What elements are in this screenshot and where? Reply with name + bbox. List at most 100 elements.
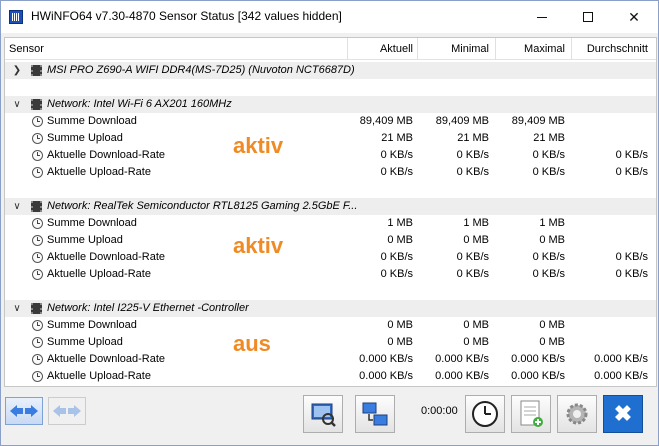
value-maximum: 1 MB [539,217,565,229]
sensor-group-row[interactable]: ∨ Network: Intel Wi-Fi 6 AX201 160MHz [5,96,656,113]
value-current: 0 KB/s [380,251,413,263]
value-minimum: 0 KB/s [456,166,489,178]
report-button[interactable] [303,395,343,433]
elapsed-time: 0:00:00 [421,405,458,417]
sensor-row[interactable]: Aktuelle Download-Rate 0 KB/s 0 KB/s 0 K… [5,249,656,266]
sensor-row[interactable]: Aktuelle Upload-Rate 0 KB/s 0 KB/s 0 KB/… [5,266,656,283]
sensor-row[interactable]: Summe Upload 21 MB 21 MB 21 MB [5,130,656,147]
column-header-average[interactable]: Durchschnitt [573,38,648,60]
value-current: 21 MB [381,132,413,144]
network-chip-icon [31,99,42,110]
sensor-group-row[interactable]: ∨ Network: RealTek Semiconductor RTL8125… [5,198,656,215]
sensor-row[interactable]: Summe Download 0 MB 0 MB 0 MB [5,317,656,334]
value-average: 0.000 KB/s [594,353,648,365]
network-button[interactable] [355,395,395,433]
sensor-row[interactable]: Aktuelle Upload-Rate 0 KB/s 0 KB/s 0 KB/… [5,164,656,181]
sensor-label: Summe Download [47,217,137,229]
sensor-row[interactable]: Summe Upload 0 MB 0 MB 0 MB [5,232,656,249]
clock-sensor-icon [32,133,43,144]
annotation-label: aktiv [233,133,284,158]
chevron-down-icon[interactable]: ∨ [12,198,22,215]
value-current: 0 MB [387,234,413,246]
value-average [573,232,648,249]
column-header-current[interactable]: Aktuell [351,38,413,60]
sensor-group-name: Network: Intel I225-V Ethernet -Controll… [47,302,249,314]
value-current: 0.000 KB/s [359,353,413,365]
navigate-button[interactable] [5,397,43,425]
sensor-row[interactable]: Aktuelle Download-Rate 0.000 KB/s 0.000 … [5,351,656,368]
window-close-button[interactable]: ✕ [611,1,657,33]
sensor-table[interactable]: Sensor Aktuell Minimal Maximal Durchschn… [4,37,657,387]
add-log-icon [520,400,543,427]
minimize-icon [537,16,547,18]
clock-sensor-icon [32,337,43,348]
value-minimum: 89,409 MB [435,115,489,127]
navigate-disabled-button[interactable] [48,397,86,425]
clock-sensor-icon [32,235,43,246]
add-log-button[interactable] [511,395,551,433]
value-maximum: 89,409 MB [511,115,565,127]
clock-icon [472,401,498,427]
sensor-row[interactable]: Summe Upload 0 MB 0 MB 0 MB [5,334,656,351]
settings-button[interactable] [557,395,597,433]
value-minimum: 0.000 KB/s [435,353,489,365]
value-current: 0.000 KB/s [359,370,413,382]
column-header-row: Sensor Aktuell Minimal Maximal Durchschn… [5,38,656,60]
clock-sensor-icon [32,371,43,382]
value-minimum: 0 KB/s [456,251,489,263]
sensor-group-row[interactable]: ❯ MSI PRO Z690-A WIFI DDR4(MS-7D25) (Nuv… [5,62,656,79]
sensor-label: Aktuelle Download-Rate [47,353,166,365]
title-bar[interactable]: HWiNFO64 v7.30-4870 Sensor Status [342 v… [1,1,658,33]
value-minimum: 0.000 KB/s [435,370,489,382]
value-average: 0 KB/s [615,149,648,161]
value-minimum: 0 MB [463,336,489,348]
value-minimum: 0 MB [463,234,489,246]
value-current: 89,409 MB [359,115,413,127]
clock-sensor-icon [32,116,43,127]
value-current: 0 MB [387,319,413,331]
clock-sensor-icon [32,269,43,280]
column-header-maximum[interactable]: Maximal [493,38,565,60]
minimize-button[interactable] [519,1,565,33]
value-maximum: 0.000 KB/s [511,353,565,365]
sensor-label: Aktuelle Upload-Rate [47,370,151,382]
value-maximum: 0 MB [539,319,565,331]
sensor-label: Aktuelle Download-Rate [47,149,166,161]
value-average: 0 KB/s [615,166,648,178]
sensor-label: Summe Download [47,319,137,331]
value-maximum: 0 MB [539,234,565,246]
sensor-label: Aktuelle Upload-Rate [47,166,151,178]
sensor-label: Summe Upload [47,234,123,246]
value-current: 0 MB [387,336,413,348]
value-minimum: 0 KB/s [456,149,489,161]
clock-sensor-icon [32,320,43,331]
value-current: 0 KB/s [380,268,413,280]
chevron-right-icon[interactable]: ❯ [12,62,22,79]
sensor-label: Aktuelle Upload-Rate [47,268,151,280]
value-minimum: 0 KB/s [456,268,489,280]
sensor-row[interactable]: Summe Download 89,409 MB 89,409 MB 89,40… [5,113,656,130]
hwinfo-sensor-window: HWiNFO64 v7.30-4870 Sensor Status [342 v… [0,0,659,446]
sensor-label: Summe Download [47,115,137,127]
sensor-row[interactable]: Summe Download 1 MB 1 MB 1 MB [5,215,656,232]
sensor-group-row[interactable]: ∨ Network: Intel I225-V Ethernet -Contro… [5,300,656,317]
chevron-down-icon[interactable]: ∨ [12,300,22,317]
chevron-down-icon[interactable]: ∨ [12,96,22,113]
close-icon: ✖ [613,401,633,426]
hwinfo-app-icon [9,10,23,24]
close-button[interactable]: ✖ [603,395,643,433]
column-header-sensor[interactable]: Sensor [9,38,44,60]
sensor-row[interactable]: Aktuelle Upload-Rate 0.000 KB/s 0.000 KB… [5,368,656,385]
sensor-row[interactable]: Aktuelle Download-Rate 0 KB/s 0 KB/s 0 K… [5,147,656,164]
column-header-minimum[interactable]: Minimal [417,38,489,60]
value-average: 0 KB/s [615,268,648,280]
value-maximum: 0 KB/s [532,268,565,280]
value-average [573,215,648,232]
sensor-label: Summe Upload [47,336,123,348]
sensor-group-name: Network: Intel Wi-Fi 6 AX201 160MHz [47,98,232,110]
sensor-group-name: Network: RealTek Semiconductor RTL8125 G… [47,200,358,212]
maximize-button[interactable] [565,1,611,33]
annotation-label: aus [233,331,271,356]
timer-button[interactable] [465,395,505,433]
bottom-toolbar: 0:00:00 ✖ [1,389,658,445]
